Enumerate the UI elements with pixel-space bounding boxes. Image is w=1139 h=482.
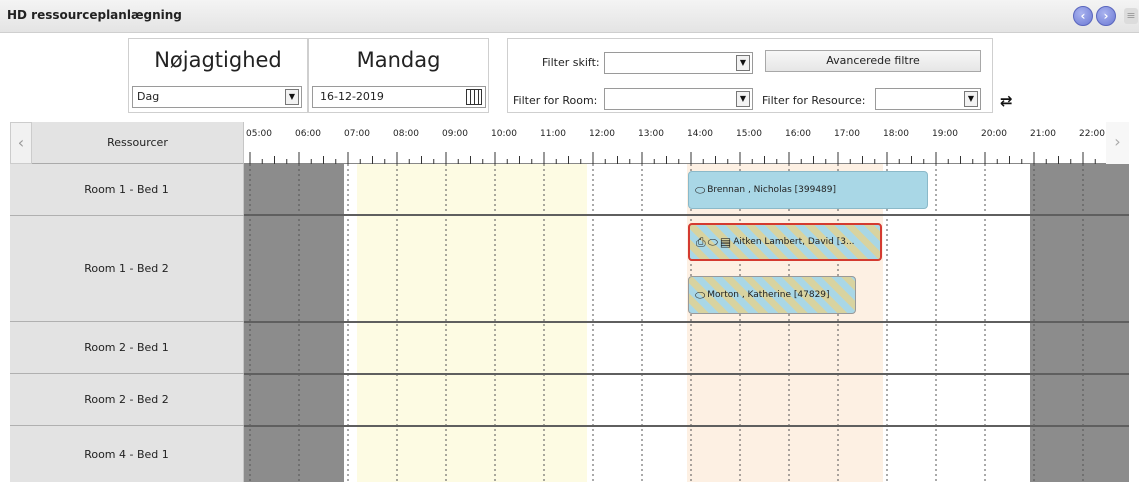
pill-icon: ⬭ [695,287,706,302]
date-value: 16-12-2019 [320,90,384,103]
hour-tick-label: 10:00 [491,129,517,139]
chevron-down-icon[interactable]: ▼ [285,89,299,105]
hour-gridlines [249,164,1084,482]
resource-row-label: Room 2 - Bed 2 [10,374,244,425]
refresh-icon[interactable]: ⇄ [1000,93,1016,109]
hour-tick-label: 05:00 [246,129,272,139]
precision-panel: Nøjagtighed Dag ▼ [128,38,308,113]
hour-tick-label: 18:00 [883,129,909,139]
day-heading: Mandag [356,48,441,72]
hour-tick-label: 09:00 [442,129,468,139]
document-icon: ▤ [719,235,732,249]
resource-row-label: Room 1 - Bed 2 [10,216,244,321]
appointment-event[interactable]: ⬭ Brennan , Nicholas [399489] [688,171,928,209]
pill-icon: ⬭ [707,234,718,249]
filter-resource-select[interactable]: ▼ [875,88,981,110]
title-bar: HD ressourceplanlægning ‹ › ≡ [0,0,1139,33]
resource-row-label: Room 2 - Bed 1 [10,322,244,373]
resource-row-label: Room 1 - Bed 1 [10,164,244,215]
row-divider [244,321,1129,323]
date-input[interactable]: 16-12-2019 [312,86,486,108]
filter-room-select[interactable]: ▼ [604,88,753,110]
schedule-grid: ⬭ Brennan , Nicholas [399489] ⎙ ⬭ ▤ Aitk… [244,164,1129,482]
time-ruler-ticks: 05:00 06:00 07:00 08:00 09:00 10:00 11:00 12:00… [246,129,1105,164]
pill-icon: ⬭ [695,182,706,197]
chevron-down-icon[interactable]: ▼ [736,55,750,71]
event-label: Morton , Katherine [47829] [707,290,830,300]
appointment-event[interactable]: ⎙ ⬭ ▤ Aitken Lambert, David [3... [688,223,882,261]
scroll-left-icon[interactable]: ‹ [10,122,32,164]
filter-shift-select[interactable]: ▼ [604,52,753,74]
precision-select[interactable]: Dag ▼ [132,86,302,108]
hour-tick-label: 13:00 [638,129,664,139]
filter-room-label: Filter for Room: [513,94,598,107]
hour-tick-label: 21:00 [1030,129,1056,139]
precision-value: Dag [137,90,160,103]
row-divider [244,425,1129,427]
event-label: Brennan , Nicholas [399489] [707,185,837,195]
hour-tick-label: 08:00 [393,129,419,139]
hour-tick-label: 11:00 [540,129,566,139]
scroll-right-icon[interactable]: › [1106,122,1129,164]
calendar-icon[interactable] [466,89,482,105]
printer-icon: ⎙ [696,234,706,249]
chevron-left-icon[interactable]: ‹ [1073,6,1093,26]
chevron-right-icon[interactable]: › [1096,6,1116,26]
hour-tick-label: 22:00 [1079,129,1105,139]
time-ruler: 05:00 06:00 07:00 08:00 09:00 10:00 11:00 12:00… [244,122,1106,164]
filter-shift-label: Filter skift: [542,56,600,69]
chevron-down-icon[interactable]: ▼ [736,91,750,107]
filter-resource-label: Filter for Resource: [762,94,866,107]
day-panel: Mandag 16-12-2019 [308,38,489,113]
hour-tick-label: 07:00 [344,129,370,139]
hour-tick-label: 17:00 [834,129,860,139]
resource-row-label: Room 4 - Bed 1 [10,426,244,482]
filter-panel: Filter skift: ▼ Avancerede filtre Filter… [507,38,993,113]
appointment-event[interactable]: ⬭ Morton , Katherine [47829] [688,276,856,314]
menu-icon[interactable]: ≡ [1124,8,1138,24]
row-divider [244,214,1129,216]
hour-tick-label: 16:00 [785,129,811,139]
hour-tick-label: 06:00 [295,129,321,139]
resources-header: Ressourcer [32,122,244,164]
hour-tick-label: 12:00 [589,129,615,139]
advanced-filters-button[interactable]: Avancerede filtre [765,50,981,72]
hour-tick-label: 20:00 [981,129,1007,139]
chevron-down-icon[interactable]: ▼ [964,91,978,107]
hour-tick-label: 19:00 [932,129,958,139]
row-divider [244,373,1129,375]
hour-tick-label: 14:00 [687,129,713,139]
event-label: Aitken Lambert, David [3... [733,237,855,247]
window-title: HD ressourceplanlægning [7,8,182,22]
hour-tick-label: 15:00 [736,129,762,139]
precision-heading: Nøjagtighed [154,48,282,72]
